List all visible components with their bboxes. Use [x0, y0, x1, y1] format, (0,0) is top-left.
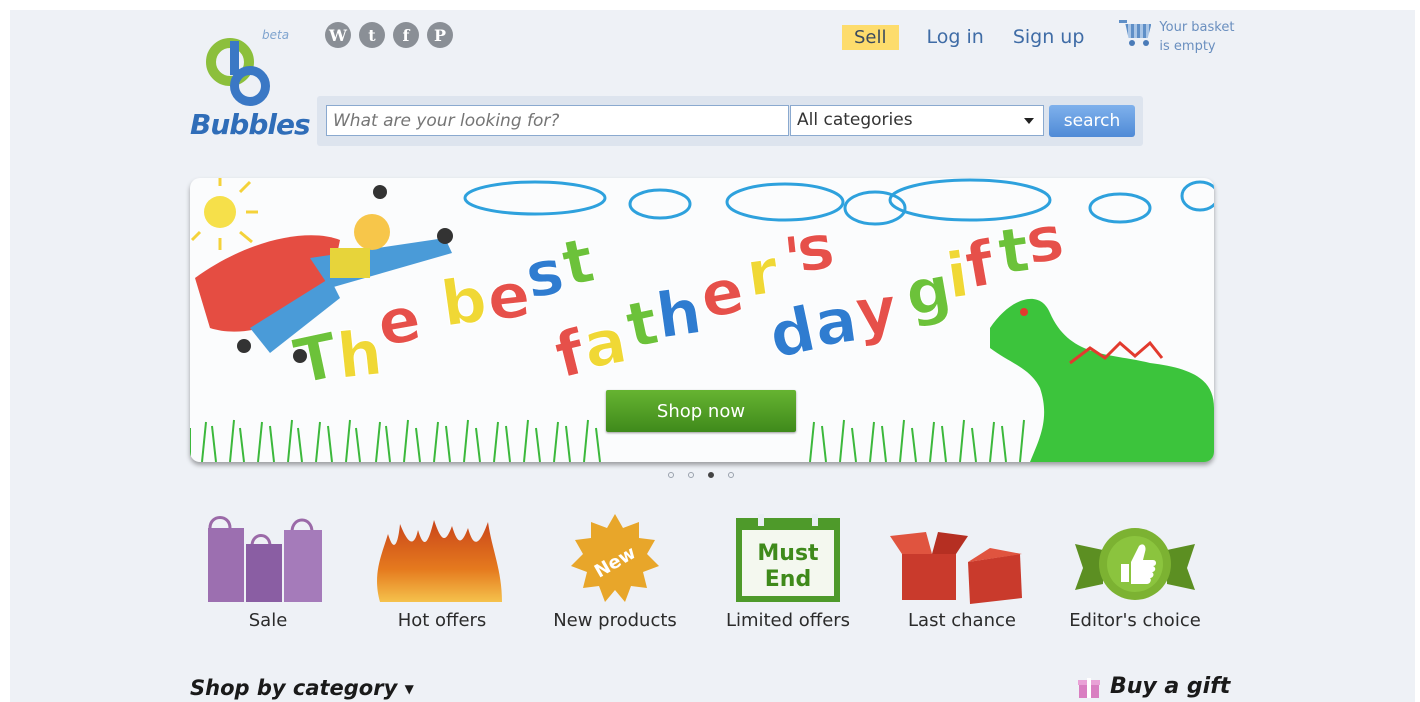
dinosaur-illustration	[990, 298, 1214, 462]
basket[interactable]: Your basket is empty	[1119, 18, 1234, 56]
svg-text:h: h	[652, 274, 706, 352]
shopping-bags-icon	[188, 514, 348, 606]
shop-by-category-label: Shop by category	[190, 676, 398, 700]
basket-status: Your basket is empty	[1159, 18, 1234, 56]
beta-badge: beta	[262, 28, 290, 42]
promo-label: Sale	[248, 610, 288, 631]
caret-down-icon: ▼	[404, 682, 414, 696]
basket-status-line2: is empty	[1159, 39, 1216, 54]
carousel-dot[interactable]	[728, 472, 734, 478]
svg-text:b: b	[437, 262, 491, 340]
promo-label: Last chance	[908, 610, 1016, 631]
calendar-text-line1: Must	[757, 541, 819, 566]
promo-label: Editor's choice	[1069, 610, 1201, 631]
twitter-icon[interactable]: t	[359, 22, 385, 48]
buy-a-gift-link[interactable]: Buy a gift	[1078, 674, 1230, 699]
top-nav: Sell Log in Sign up Your basket is empty	[842, 18, 1234, 56]
logo-text: Bubbles	[190, 108, 311, 141]
signup-link[interactable]: Sign up	[1013, 26, 1085, 48]
calendar-icon: Must End	[708, 514, 868, 606]
open-boxes-icon	[882, 514, 1042, 606]
buy-a-gift-label: Buy a gift	[1110, 674, 1231, 699]
promo-last-chance[interactable]: Last chance	[882, 514, 1042, 631]
svg-text:y: y	[852, 272, 900, 349]
headline-letters: T h e b e s t f a t h e r ' s d a y g i …	[287, 200, 1069, 399]
hero-banner[interactable]: T h e b e s t f a t h e r ' s d a y g i …	[190, 178, 1214, 462]
sun-icon	[190, 178, 258, 250]
carousel-dots	[668, 472, 734, 478]
basket-status-line1: Your basket	[1159, 20, 1235, 35]
sell-button[interactable]: Sell	[842, 24, 899, 50]
thumbs-up-badge-icon	[1055, 514, 1215, 606]
chevron-down-icon	[1024, 118, 1034, 124]
promo-label: New products	[553, 610, 677, 631]
category-select-value: All categories	[797, 110, 913, 130]
promo-editors-choice[interactable]: Editor's choice	[1055, 514, 1215, 631]
svg-text:e: e	[695, 254, 749, 333]
promo-label: Hot offers	[397, 610, 487, 631]
promo-sale[interactable]: Sale	[188, 514, 348, 631]
clouds-illustration	[463, 178, 1214, 226]
logo[interactable]: beta Bubbles	[190, 28, 311, 141]
promo-new-products[interactable]: New New products	[535, 514, 695, 631]
pinterest-icon[interactable]: P	[427, 22, 453, 48]
search-button[interactable]: search	[1049, 105, 1135, 137]
promo-limited-offers[interactable]: Must End Limited offers	[708, 514, 868, 631]
category-select[interactable]: All categories	[790, 105, 1044, 136]
login-link[interactable]: Log in	[927, 26, 984, 48]
carousel-dot[interactable]	[668, 472, 674, 478]
shop-now-button[interactable]: Shop now	[606, 390, 796, 432]
new-burst-icon: New	[535, 514, 695, 606]
promo-label: Limited offers	[725, 610, 851, 631]
calendar-text-line2: End	[765, 567, 811, 592]
logo-bubble-blue	[230, 41, 270, 106]
carousel-dot[interactable]	[688, 472, 694, 478]
social-links: W t f P	[325, 22, 453, 48]
search-bar: All categories search	[317, 96, 1143, 146]
search-input[interactable]	[326, 105, 789, 136]
cart-icon	[1119, 18, 1155, 48]
carousel-dot-active[interactable]	[708, 472, 714, 478]
promo-hot-offers[interactable]: Hot offers	[362, 514, 522, 631]
wordpress-icon[interactable]: W	[325, 22, 351, 48]
flames-icon	[362, 514, 522, 606]
facebook-icon[interactable]: f	[393, 22, 419, 48]
shop-by-category-menu[interactable]: Shop by category ▼	[190, 676, 414, 700]
gift-icon	[1078, 676, 1100, 698]
